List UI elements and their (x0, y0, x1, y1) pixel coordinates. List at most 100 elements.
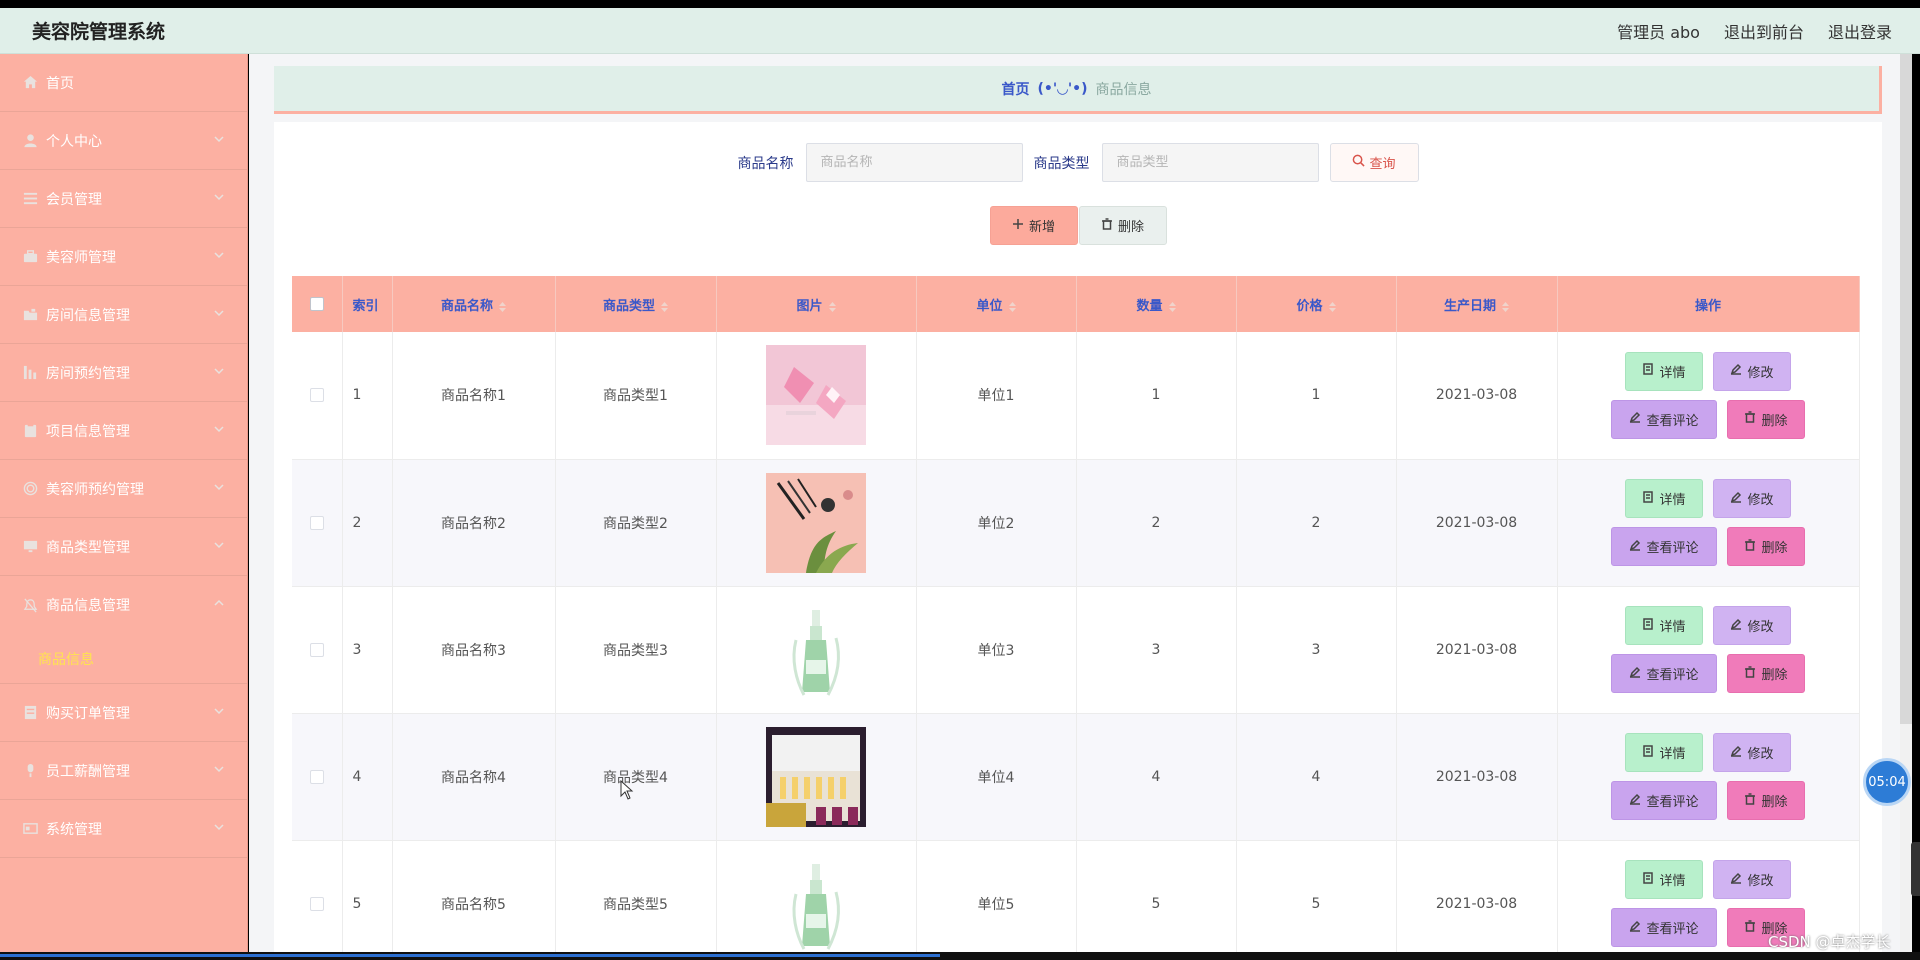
detail-button[interactable]: 详情 (1625, 606, 1703, 645)
table-row[interactable]: 4 商品名称4 商品类型4 单位4 4 4 2021-03-08 详情 修改 查看评论 删除 (292, 713, 1860, 841)
delete-button[interactable]: 删除 (1727, 527, 1805, 566)
column-header-label: 数量 (1136, 298, 1163, 314)
logout-link[interactable]: 退出登录 (1828, 19, 1892, 43)
sidebar-item-3[interactable]: 美容师管理 (0, 228, 247, 286)
breadcrumb-separator: (•'◡'•) (1037, 80, 1088, 97)
product-image[interactable] (766, 345, 866, 446)
sidebar-item-2[interactable]: 会员管理 (0, 170, 247, 228)
sidebar-item-12[interactable]: 系统管理 (0, 800, 247, 858)
delete-label: 删除 (1761, 668, 1788, 683)
product-image[interactable] (766, 472, 866, 573)
detail-button[interactable]: 详情 (1625, 479, 1703, 518)
breadcrumb-home[interactable]: 首页 (1001, 79, 1029, 99)
table-row[interactable]: 3 商品名称3 商品类型3 单位3 3 3 2021-03-08 详情 修改 查看评论 删除 (292, 586, 1860, 714)
sidebar-item-8[interactable]: 商品类型管理 (0, 518, 247, 576)
product-image[interactable] (766, 599, 866, 700)
product-image[interactable] (766, 726, 866, 827)
sort-icon[interactable] (1328, 301, 1336, 312)
admin-user-label[interactable]: 管理员 abo (1617, 19, 1700, 43)
detail-button[interactable]: 详情 (1625, 860, 1703, 899)
batch-delete-button[interactable]: 删除 (1078, 206, 1167, 245)
detail-button[interactable]: 详情 (1625, 351, 1703, 391)
cell-qty: 4 (1076, 713, 1237, 841)
edit-button[interactable]: 修改 (1713, 733, 1791, 772)
select-all-checkbox[interactable] (309, 297, 324, 311)
product-image[interactable] (766, 853, 866, 953)
side-tab-handle[interactable] (1911, 842, 1920, 896)
delete-button[interactable]: 删除 (1727, 654, 1805, 693)
sidebar-item-6[interactable]: 项目信息管理 (0, 402, 247, 460)
table-row[interactable]: 5 商品名称5 商品类型5 单位5 5 5 2021-03-08 详情 修改 查看评论 删除 (292, 840, 1860, 953)
sort-icon[interactable] (828, 301, 836, 312)
select-all-header (292, 276, 343, 332)
sort-icon[interactable] (661, 301, 668, 312)
sidebar-item-7[interactable]: 美容师预约管理 (0, 460, 247, 518)
row-checkbox[interactable] (309, 769, 324, 784)
sidebar-item-0[interactable]: 首页 (0, 54, 247, 112)
row-select-cell (292, 840, 343, 952)
table-row[interactable]: 1 商品名称1 商品类型1 单位1 1 1 2021-03-08 详情 修改 查看评论 删除 (292, 332, 1860, 460)
view-reviews-button[interactable]: 查看评论 (1611, 399, 1717, 439)
content-panel: 商品名称 商品类型 查询 新增 删除 (274, 122, 1882, 952)
table-row[interactable]: 2 商品名称2 商品类型2 单位2 2 2 2021-03-08 详情 修改 查看评论 删除 (292, 459, 1860, 587)
type-search-label: 商品类型 (1033, 155, 1090, 172)
cell-qty: 3 (1076, 586, 1237, 714)
scrollbar-track[interactable] (1900, 724, 1912, 952)
delete-button[interactable]: 删除 (1727, 399, 1805, 439)
row-checkbox[interactable] (309, 515, 324, 530)
sort-icon[interactable] (1008, 301, 1016, 312)
column-header-3[interactable]: 图片 (716, 276, 917, 332)
breadcrumb-current: 商品信息 (1095, 81, 1152, 98)
scrollbar-thumb[interactable] (1900, 54, 1912, 724)
video-progress[interactable] (0, 954, 940, 957)
add-button[interactable]: 新增 (989, 206, 1078, 245)
view-reviews-button[interactable]: 查看评论 (1611, 908, 1717, 947)
type-search-input[interactable] (1101, 143, 1319, 182)
product-table: 索引 商品名称 商品类型 图片 单位 数量 价格 生产日期 操作 1 商品名称1 商品类型1 单位1 1… (292, 276, 1860, 952)
cell-unit: 单位5 (916, 840, 1077, 952)
submenu-item-product-info[interactable]: 商品信息 (0, 634, 247, 684)
row-checkbox[interactable] (309, 388, 324, 403)
column-header-1[interactable]: 商品名称 (392, 276, 556, 332)
name-search-input[interactable] (805, 143, 1023, 182)
chevron-down-icon (213, 821, 225, 833)
edit-icon (1629, 666, 1641, 682)
row-select-cell (292, 459, 343, 587)
column-header-4[interactable]: 单位 (916, 276, 1077, 332)
sidebar-item-11[interactable]: 员工薪酬管理 (0, 742, 247, 800)
column-header-7[interactable]: 生产日期 (1396, 276, 1558, 332)
column-header-2[interactable]: 商品类型 (555, 276, 717, 332)
view-reviews-label: 查看评论 (1646, 795, 1699, 810)
edit-button[interactable]: 修改 (1713, 606, 1791, 645)
cell-price: 2 (1236, 459, 1397, 587)
query-button[interactable]: 查询 (1329, 143, 1419, 182)
watermark: CSDN @卓杰学长 (1768, 933, 1891, 951)
exit-to-frontend-link[interactable]: 退出到前台 (1724, 19, 1804, 43)
sidebar-item-10[interactable]: 购买订单管理 (0, 684, 247, 742)
row-actions-top: 详情 修改 (1625, 733, 1791, 772)
sort-icon[interactable] (1502, 301, 1509, 312)
row-checkbox[interactable] (309, 642, 324, 657)
column-header-6[interactable]: 价格 (1236, 276, 1397, 332)
sidebar-item-5[interactable]: 房间预约管理 (0, 344, 247, 402)
delete-button[interactable]: 删除 (1727, 781, 1805, 820)
view-reviews-button[interactable]: 查看评论 (1611, 527, 1717, 566)
column-header-5[interactable]: 数量 (1076, 276, 1237, 332)
cell-image (716, 332, 917, 460)
trash-icon (1744, 665, 1756, 682)
detail-button[interactable]: 详情 (1625, 733, 1703, 772)
edit-button[interactable]: 修改 (1713, 860, 1791, 899)
sort-icon[interactable] (499, 301, 506, 312)
view-reviews-button[interactable]: 查看评论 (1611, 654, 1717, 693)
view-reviews-button[interactable]: 查看评论 (1611, 781, 1717, 820)
sidebar-item-4[interactable]: 房间信息管理 (0, 286, 247, 344)
document-icon (1642, 617, 1654, 634)
row-actions-bottom: 查看评论 删除 (1611, 399, 1805, 439)
row-checkbox[interactable] (309, 896, 324, 911)
edit-button[interactable]: 修改 (1713, 479, 1791, 518)
edit-button[interactable]: 修改 (1713, 351, 1791, 391)
sort-icon[interactable] (1168, 301, 1176, 312)
sidebar-item-1[interactable]: 个人中心 (0, 112, 247, 170)
cell-type: 商品类型3 (555, 586, 717, 714)
sidebar-item-9[interactable]: 商品信息管理 (0, 576, 247, 634)
